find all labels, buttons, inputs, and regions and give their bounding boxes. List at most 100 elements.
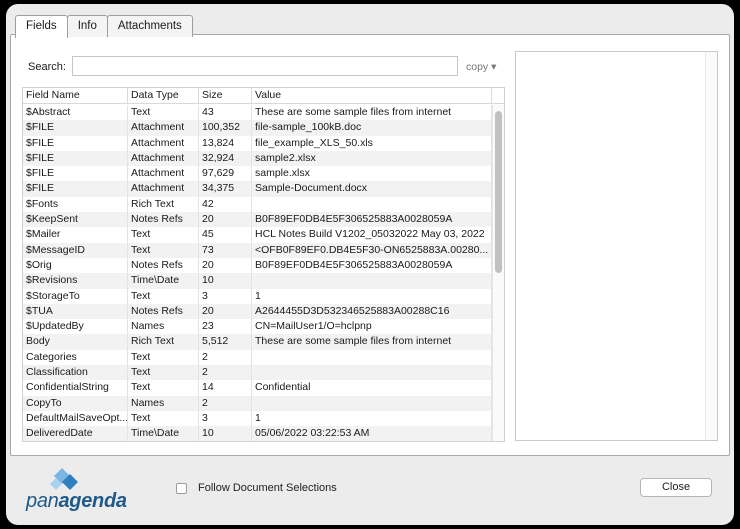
preview-scrollbar[interactable] (705, 52, 717, 440)
cell-field-name: $Revisions (23, 273, 128, 289)
tab-attachments[interactable]: Attachments (106, 15, 193, 37)
table-row[interactable]: $Fonts Rich Text 42 (23, 196, 493, 213)
cell-size: 2 (199, 395, 252, 411)
follow-selection-option[interactable]: Follow Document Selections (176, 482, 337, 494)
cell-value: CN=MailUser1/O=hclpnp (252, 319, 492, 335)
cell-data-type: Text (128, 365, 199, 381)
cell-field-name: $TUA (23, 303, 128, 320)
tab-fields[interactable]: Fields (15, 15, 68, 38)
follow-selection-label: Follow Document Selections (198, 482, 337, 494)
cell-value (252, 365, 492, 381)
cell-value: <OFB0F89EF0.DB4E5F30-ON6525883A.00280... (252, 242, 492, 258)
cell-field-name: $FILE (23, 135, 128, 151)
cell-size: 34,375 (199, 181, 252, 197)
cell-field-name: CopyTo (23, 395, 128, 411)
cell-size: 10 (199, 426, 252, 441)
cell-field-name: $StorageTo (23, 288, 128, 304)
cell-size: 23 (199, 319, 252, 335)
cell-value: sample.xlsx (252, 166, 492, 182)
cell-size: 20 (199, 212, 252, 228)
cell-data-type: Text (128, 105, 199, 121)
cell-value: 1 (252, 410, 492, 427)
cell-data-type: Attachment (128, 120, 199, 136)
cell-data-type: Time\Date (128, 273, 199, 289)
cell-value: 05/06/2022 03:22:53 AM (252, 426, 492, 441)
cell-field-name: DefaultMailSaveOpt... (23, 410, 128, 427)
cell-data-type: Names (128, 395, 199, 411)
cell-field-name: DeliveredDate (23, 426, 128, 441)
table-scrollbar[interactable] (492, 105, 504, 441)
cell-value: 1 (252, 288, 492, 304)
tab-bar: Fields Info Attachments (15, 15, 193, 38)
cell-size: 13,824 (199, 135, 252, 151)
table-row[interactable]: $KeepSent Notes Refs 20 B0F89EF0DB4E5F30652… (23, 212, 493, 228)
cell-size: 3 (199, 410, 252, 427)
cell-data-type: Time\Date (128, 426, 199, 441)
cell-data-type: Attachment (128, 166, 199, 182)
cell-size: 100,352 (199, 120, 252, 136)
search-label: Search: (28, 61, 66, 73)
table-row[interactable]: Body Rich Text 5,512 These are some sample … (23, 334, 493, 350)
table-row[interactable]: Categories Text 2 (23, 349, 493, 366)
table-row[interactable]: $Orig Notes Refs 20 B0F89EF0DB4E5F306525883… (23, 257, 493, 274)
cell-value: sample2.xlsx (252, 150, 492, 167)
table-row[interactable]: $FILE Attachment 97,629 sample.xlsx (23, 166, 493, 182)
table-row[interactable]: $UpdatedBy Names 23 CN=MailUser1/O=hclpnp (23, 319, 493, 335)
cell-field-name: Classification (23, 365, 128, 381)
table-row[interactable]: ConfidentialString Text 14 Confidential (23, 380, 493, 396)
table-row[interactable]: $FILE Attachment 13,824 file_example_XLS_50… (23, 135, 493, 151)
close-button[interactable]: Close (640, 478, 712, 497)
column-header-size[interactable]: Size (199, 88, 252, 103)
field-viewer-window: Fields Info Attachments Search: copy ▾ F… (6, 4, 734, 525)
table-row[interactable]: $Abstract Text 43 These are some sample fil… (23, 105, 493, 121)
copy-dropdown-button[interactable]: copy ▾ (466, 61, 496, 73)
cell-size: 2 (199, 349, 252, 366)
cell-field-name: ConfidentialString (23, 380, 128, 396)
follow-selection-checkbox[interactable] (176, 482, 187, 494)
table-row[interactable]: $Mailer Text 45 HCL Notes Build V1202_05032… (23, 227, 493, 243)
cell-field-name: $FILE (23, 120, 128, 136)
cell-value: HCL Notes Build V1202_05032022 May 03, 2… (252, 227, 492, 243)
table-row[interactable]: $MessageID Text 73 <OFB0F89EF0.DB4E5F30-ON6… (23, 242, 493, 258)
table-row[interactable]: $FILE Attachment 32,924 sample2.xlsx (23, 150, 493, 167)
column-header-field-name[interactable]: Field Name (23, 88, 128, 103)
table-row[interactable]: $TUA Notes Refs 20 A2644455D3D532346525883A… (23, 303, 493, 320)
cell-data-type: Notes Refs (128, 257, 199, 274)
cell-field-name: Categories (23, 349, 128, 366)
table-row[interactable]: $StorageTo Text 3 1 (23, 288, 493, 304)
cell-field-name: $KeepSent (23, 212, 128, 228)
cell-value: file-sample_100kB.doc (252, 120, 492, 136)
cell-size: 5,512 (199, 334, 252, 350)
cell-field-name: $Fonts (23, 196, 128, 213)
cell-size: 10 (199, 273, 252, 289)
cell-size: 45 (199, 227, 252, 243)
cell-data-type: Text (128, 410, 199, 427)
cell-size: 2 (199, 365, 252, 381)
cell-data-type: Text (128, 242, 199, 258)
cell-value: B0F89EF0DB4E5F306525883A0028059A (252, 257, 492, 274)
cell-field-name: $FILE (23, 150, 128, 167)
table-row[interactable]: CopyTo Names 2 (23, 395, 493, 411)
cell-data-type: Rich Text (128, 196, 199, 213)
table-row[interactable]: $FILE Attachment 34,375 Sample-Document.doc… (23, 181, 493, 197)
cell-data-type: Text (128, 380, 199, 396)
tab-info[interactable]: Info (66, 15, 108, 37)
fields-table: Field Name Data Type Size Value $Abstrac… (22, 87, 505, 442)
cell-data-type: Attachment (128, 181, 199, 197)
cell-data-type: Notes Refs (128, 303, 199, 320)
cell-value: Confidential (252, 380, 492, 396)
cell-data-type: Attachment (128, 135, 199, 151)
scrollbar-thumb[interactable] (495, 111, 502, 273)
search-input[interactable] (72, 56, 458, 76)
cell-size: 32,924 (199, 150, 252, 167)
cell-size: 97,629 (199, 166, 252, 182)
table-row[interactable]: $FILE Attachment 100,352 file-sample_100kB.… (23, 120, 493, 136)
table-row[interactable]: DefaultMailSaveOpt... Text 3 1 (23, 410, 493, 427)
column-header-value[interactable]: Value (252, 88, 492, 103)
table-row[interactable]: DeliveredDate Time\Date 10 05/06/2022 03:22… (23, 426, 493, 441)
cell-field-name: $FILE (23, 166, 128, 182)
column-header-data-type[interactable]: Data Type (128, 88, 199, 103)
table-row[interactable]: $Revisions Time\Date 10 (23, 273, 493, 289)
cell-size: 20 (199, 303, 252, 320)
table-row[interactable]: Classification Text 2 (23, 365, 493, 381)
